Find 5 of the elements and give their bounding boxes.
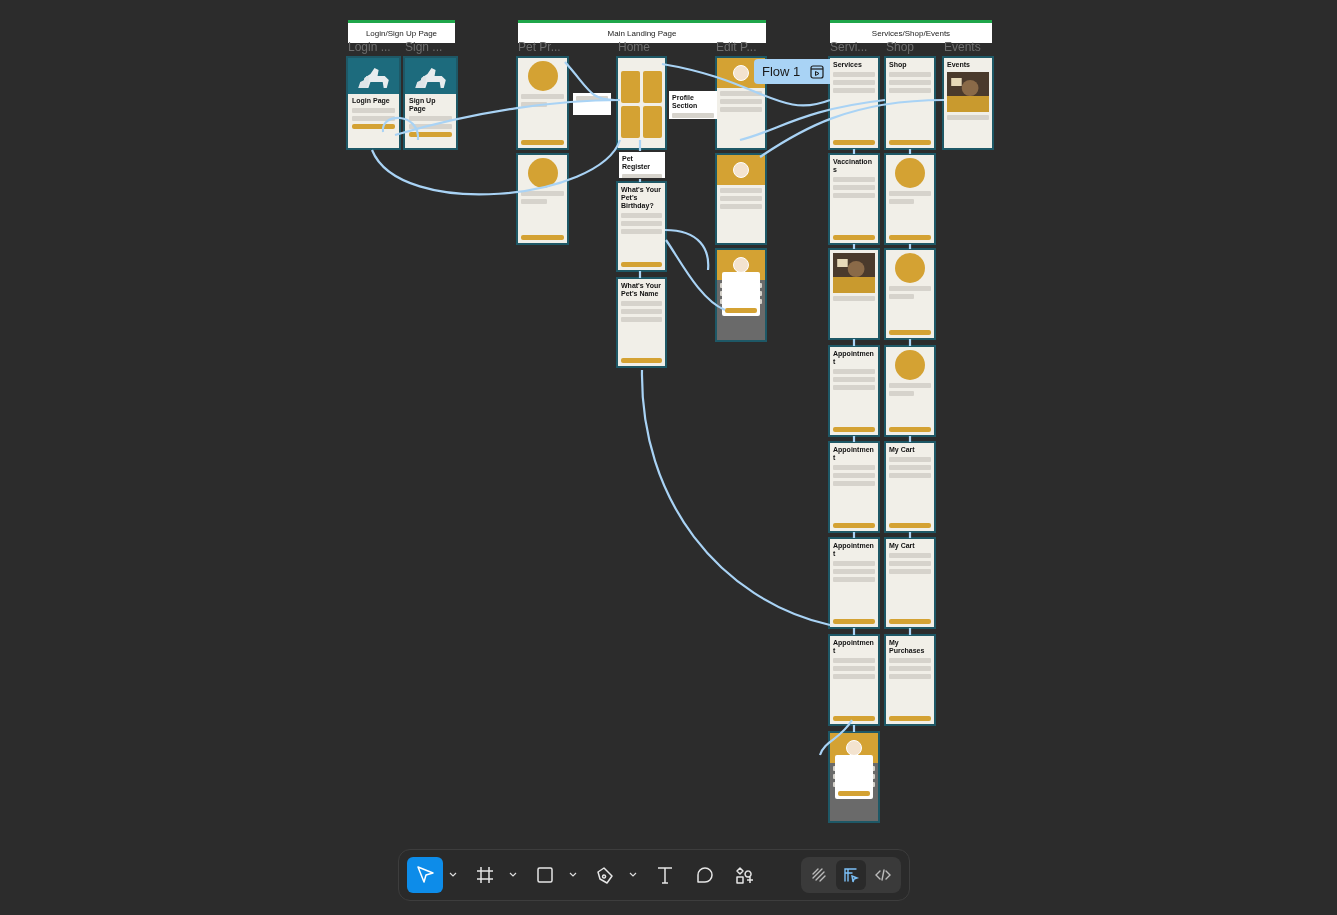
flow-label: Flow 1 [762,64,801,79]
section-header: Main Landing Page [518,20,766,43]
flow-badge[interactable]: Flow 1 [754,59,830,84]
section-header: Login/Sign Up Page [348,20,455,43]
section-header: Services/Shop/Events [830,20,992,43]
